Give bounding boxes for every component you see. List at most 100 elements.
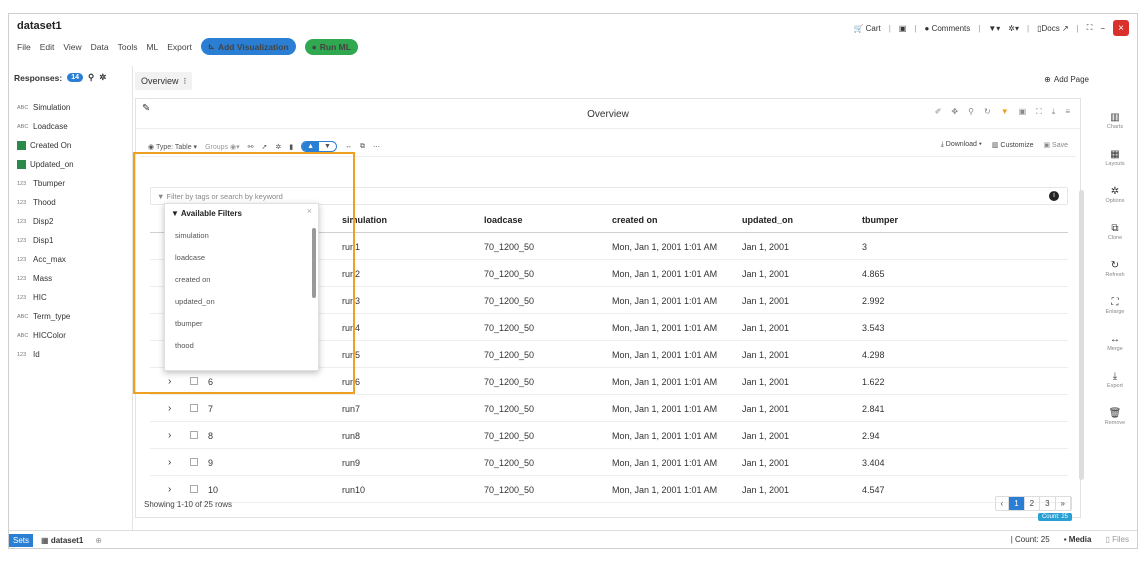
filter-option[interactable]: loadcase <box>175 246 305 268</box>
variable-item[interactable]: 123 Acc_max <box>17 250 127 269</box>
page-button[interactable]: ‹ <box>996 497 1010 510</box>
tab-overview[interactable]: Overview ⁝ <box>135 72 193 90</box>
table-row[interactable]: › 8 run8 70_1200_50 Mon, Jan 1, 2001 1:01 AM… <box>150 422 1068 449</box>
row-checkbox[interactable] <box>190 458 198 466</box>
variable-item[interactable]: 123 Thood <box>17 193 127 212</box>
variable-item[interactable]: 123 Id <box>17 345 127 364</box>
toggle-sort-icon[interactable]: ▼ <box>319 142 336 151</box>
variable-item[interactable]: 123 Mass <box>17 269 127 288</box>
expand-chevron-icon[interactable]: › <box>168 376 171 387</box>
media-tab[interactable]: ▪ Media <box>1064 535 1092 544</box>
sidebar-clone[interactable]: ⧉ Clone <box>1093 223 1137 241</box>
variable-item[interactable]: Created On <box>17 136 127 155</box>
filter-option[interactable]: created on <box>175 268 305 290</box>
page-button[interactable]: 1 <box>1009 497 1025 510</box>
column-header-simulation[interactable]: simulation <box>342 215 387 225</box>
gear-icon[interactable]: ✲ <box>99 72 106 83</box>
row-checkbox[interactable] <box>190 485 198 493</box>
pointer-icon[interactable]: ➚ <box>262 143 268 151</box>
add-page-button[interactable]: ⊕ Add Page <box>1044 75 1089 84</box>
page-button[interactable]: » <box>1056 497 1071 510</box>
pin-icon[interactable]: ⚲ <box>968 107 974 117</box>
filter-option[interactable]: updated_on <box>175 290 305 312</box>
menu-file[interactable]: File <box>17 42 31 52</box>
expand-chevron-icon[interactable]: › <box>168 430 171 441</box>
arrows-icon[interactable]: ↔ <box>345 143 352 150</box>
page-button[interactable]: 3 <box>1040 497 1056 510</box>
files-tab[interactable]: ▯ Files <box>1105 535 1129 544</box>
panel-save-icon[interactable]: ▣ <box>1019 107 1027 117</box>
fullscreen-icon[interactable]: ⛶ <box>1087 23 1093 33</box>
refresh-icon[interactable]: ↻ <box>984 107 991 117</box>
tab-menu-icon[interactable]: ⁝ <box>184 76 187 87</box>
column-header-tbumper[interactable]: tbumper <box>862 215 898 225</box>
sets-tab[interactable]: Sets <box>9 534 34 547</box>
page-button[interactable]: 2 <box>1025 497 1041 510</box>
sidebar-options[interactable]: ✲ Options <box>1093 186 1137 204</box>
move-icon[interactable]: ✥ <box>951 107 958 117</box>
search-icon[interactable]: ⚲ <box>88 72 94 83</box>
variable-item[interactable]: 123 Tbumper <box>17 174 127 193</box>
menu-tools[interactable]: Tools <box>118 42 138 52</box>
expand-icon[interactable]: ⛶ <box>1036 107 1042 117</box>
menu-view[interactable]: View <box>63 42 81 52</box>
download-button[interactable]: ⤓ Download ▾ <box>941 141 982 149</box>
sidebar-refresh[interactable]: ↻ Refresh <box>1093 260 1137 278</box>
close-icon[interactable]: × <box>1113 20 1129 36</box>
variable-item[interactable]: ABC Term_type <box>17 307 127 326</box>
info-icon[interactable]: i <box>1049 191 1059 201</box>
link-icon[interactable]: ⚯ <box>248 143 254 151</box>
table-scrollbar[interactable] <box>1079 190 1084 480</box>
table-row[interactable]: › 9 run9 70_1200_50 Mon, Jan 1, 2001 1:01 AM… <box>150 449 1068 476</box>
sidebar-export[interactable]: ⤓ Export <box>1093 371 1137 389</box>
row-checkbox[interactable] <box>190 377 198 385</box>
column-header-updated-on[interactable]: updated_on <box>742 215 793 225</box>
variable-item[interactable]: 123 Disp2 <box>17 212 127 231</box>
expand-chevron-icon[interactable]: › <box>168 403 171 414</box>
filter-option[interactable]: thood <box>175 334 305 356</box>
menu-export[interactable]: Export <box>167 42 192 52</box>
table-row[interactable]: › 7 run7 70_1200_50 Mon, Jan 1, 2001 1:01 AM… <box>150 395 1068 422</box>
column-header-loadcase[interactable]: loadcase <box>484 215 523 225</box>
download-icon[interactable]: ⤓ <box>1052 107 1056 117</box>
columns-icon[interactable]: ▮ <box>289 143 293 151</box>
variable-item[interactable]: 123 Disp1 <box>17 231 127 250</box>
save-icon[interactable]: ▣ <box>899 24 907 33</box>
minimize-icon[interactable]: − <box>1100 24 1105 33</box>
settings-menu-icon[interactable]: ✲▾ <box>1008 24 1019 33</box>
variable-item[interactable]: ABC Loadcase <box>17 117 127 136</box>
filter-option[interactable]: simulation <box>175 224 305 246</box>
variable-item[interactable]: ABC Simulation <box>17 98 127 117</box>
table-row[interactable]: › 10 run10 70_1200_50 Mon, Jan 1, 2001 1:01 … <box>150 476 1068 503</box>
toggle-filter-icon[interactable]: ▲ <box>302 142 320 151</box>
cart-button[interactable]: 🛒 Cart <box>853 24 880 33</box>
groups-dropdown[interactable]: Groups ◉▾ <box>205 143 240 151</box>
menu-icon[interactable]: ≡ <box>1065 107 1070 117</box>
sidebar-layouts[interactable]: ▦ Layouts <box>1093 149 1137 167</box>
sidebar-enlarge[interactable]: ⛶ Enlarge <box>1093 297 1137 315</box>
sidebar-merge[interactable]: ↔ Merge <box>1093 334 1137 352</box>
close-dropdown-icon[interactable]: × <box>307 206 312 216</box>
variable-item[interactable]: Updated_on <box>17 155 127 174</box>
variable-item[interactable]: 123 HIC <box>17 288 127 307</box>
column-header-created-on[interactable]: created on <box>612 215 658 225</box>
edit-icon[interactable]: ✐ <box>935 107 942 117</box>
sidebar-charts[interactable]: ▥ Charts <box>1093 112 1137 130</box>
filter-icon[interactable]: ▼ <box>1001 107 1009 117</box>
expand-chevron-icon[interactable]: › <box>168 484 171 495</box>
type-dropdown[interactable]: ◉ Type: Table ▾ <box>148 143 197 151</box>
row-checkbox[interactable] <box>190 431 198 439</box>
docs-button[interactable]: ▯Docs ↗ <box>1037 24 1069 33</box>
sidebar-remove[interactable]: 🗑 Remove <box>1093 408 1137 426</box>
add-set-icon[interactable]: ⊕ <box>95 536 102 545</box>
add-visualization-button[interactable]: ⊾ Add Visualization <box>200 38 296 55</box>
variable-item[interactable]: ABC HICColor <box>17 326 127 345</box>
view-toggle[interactable]: ▲ ▼ <box>301 141 337 152</box>
filter-menu-icon[interactable]: ▼▾ <box>988 24 1000 33</box>
customize-button[interactable]: ▥ Customize <box>992 141 1034 149</box>
row-checkbox[interactable] <box>190 404 198 412</box>
more-icon[interactable]: ⋯ <box>373 143 380 151</box>
menu-data[interactable]: Data <box>91 42 109 52</box>
dropdown-scrollbar[interactable] <box>312 228 316 298</box>
table-row[interactable]: › 6 run6 70_1200_50 Mon, Jan 1, 2001 1:01 AM… <box>150 368 1068 395</box>
